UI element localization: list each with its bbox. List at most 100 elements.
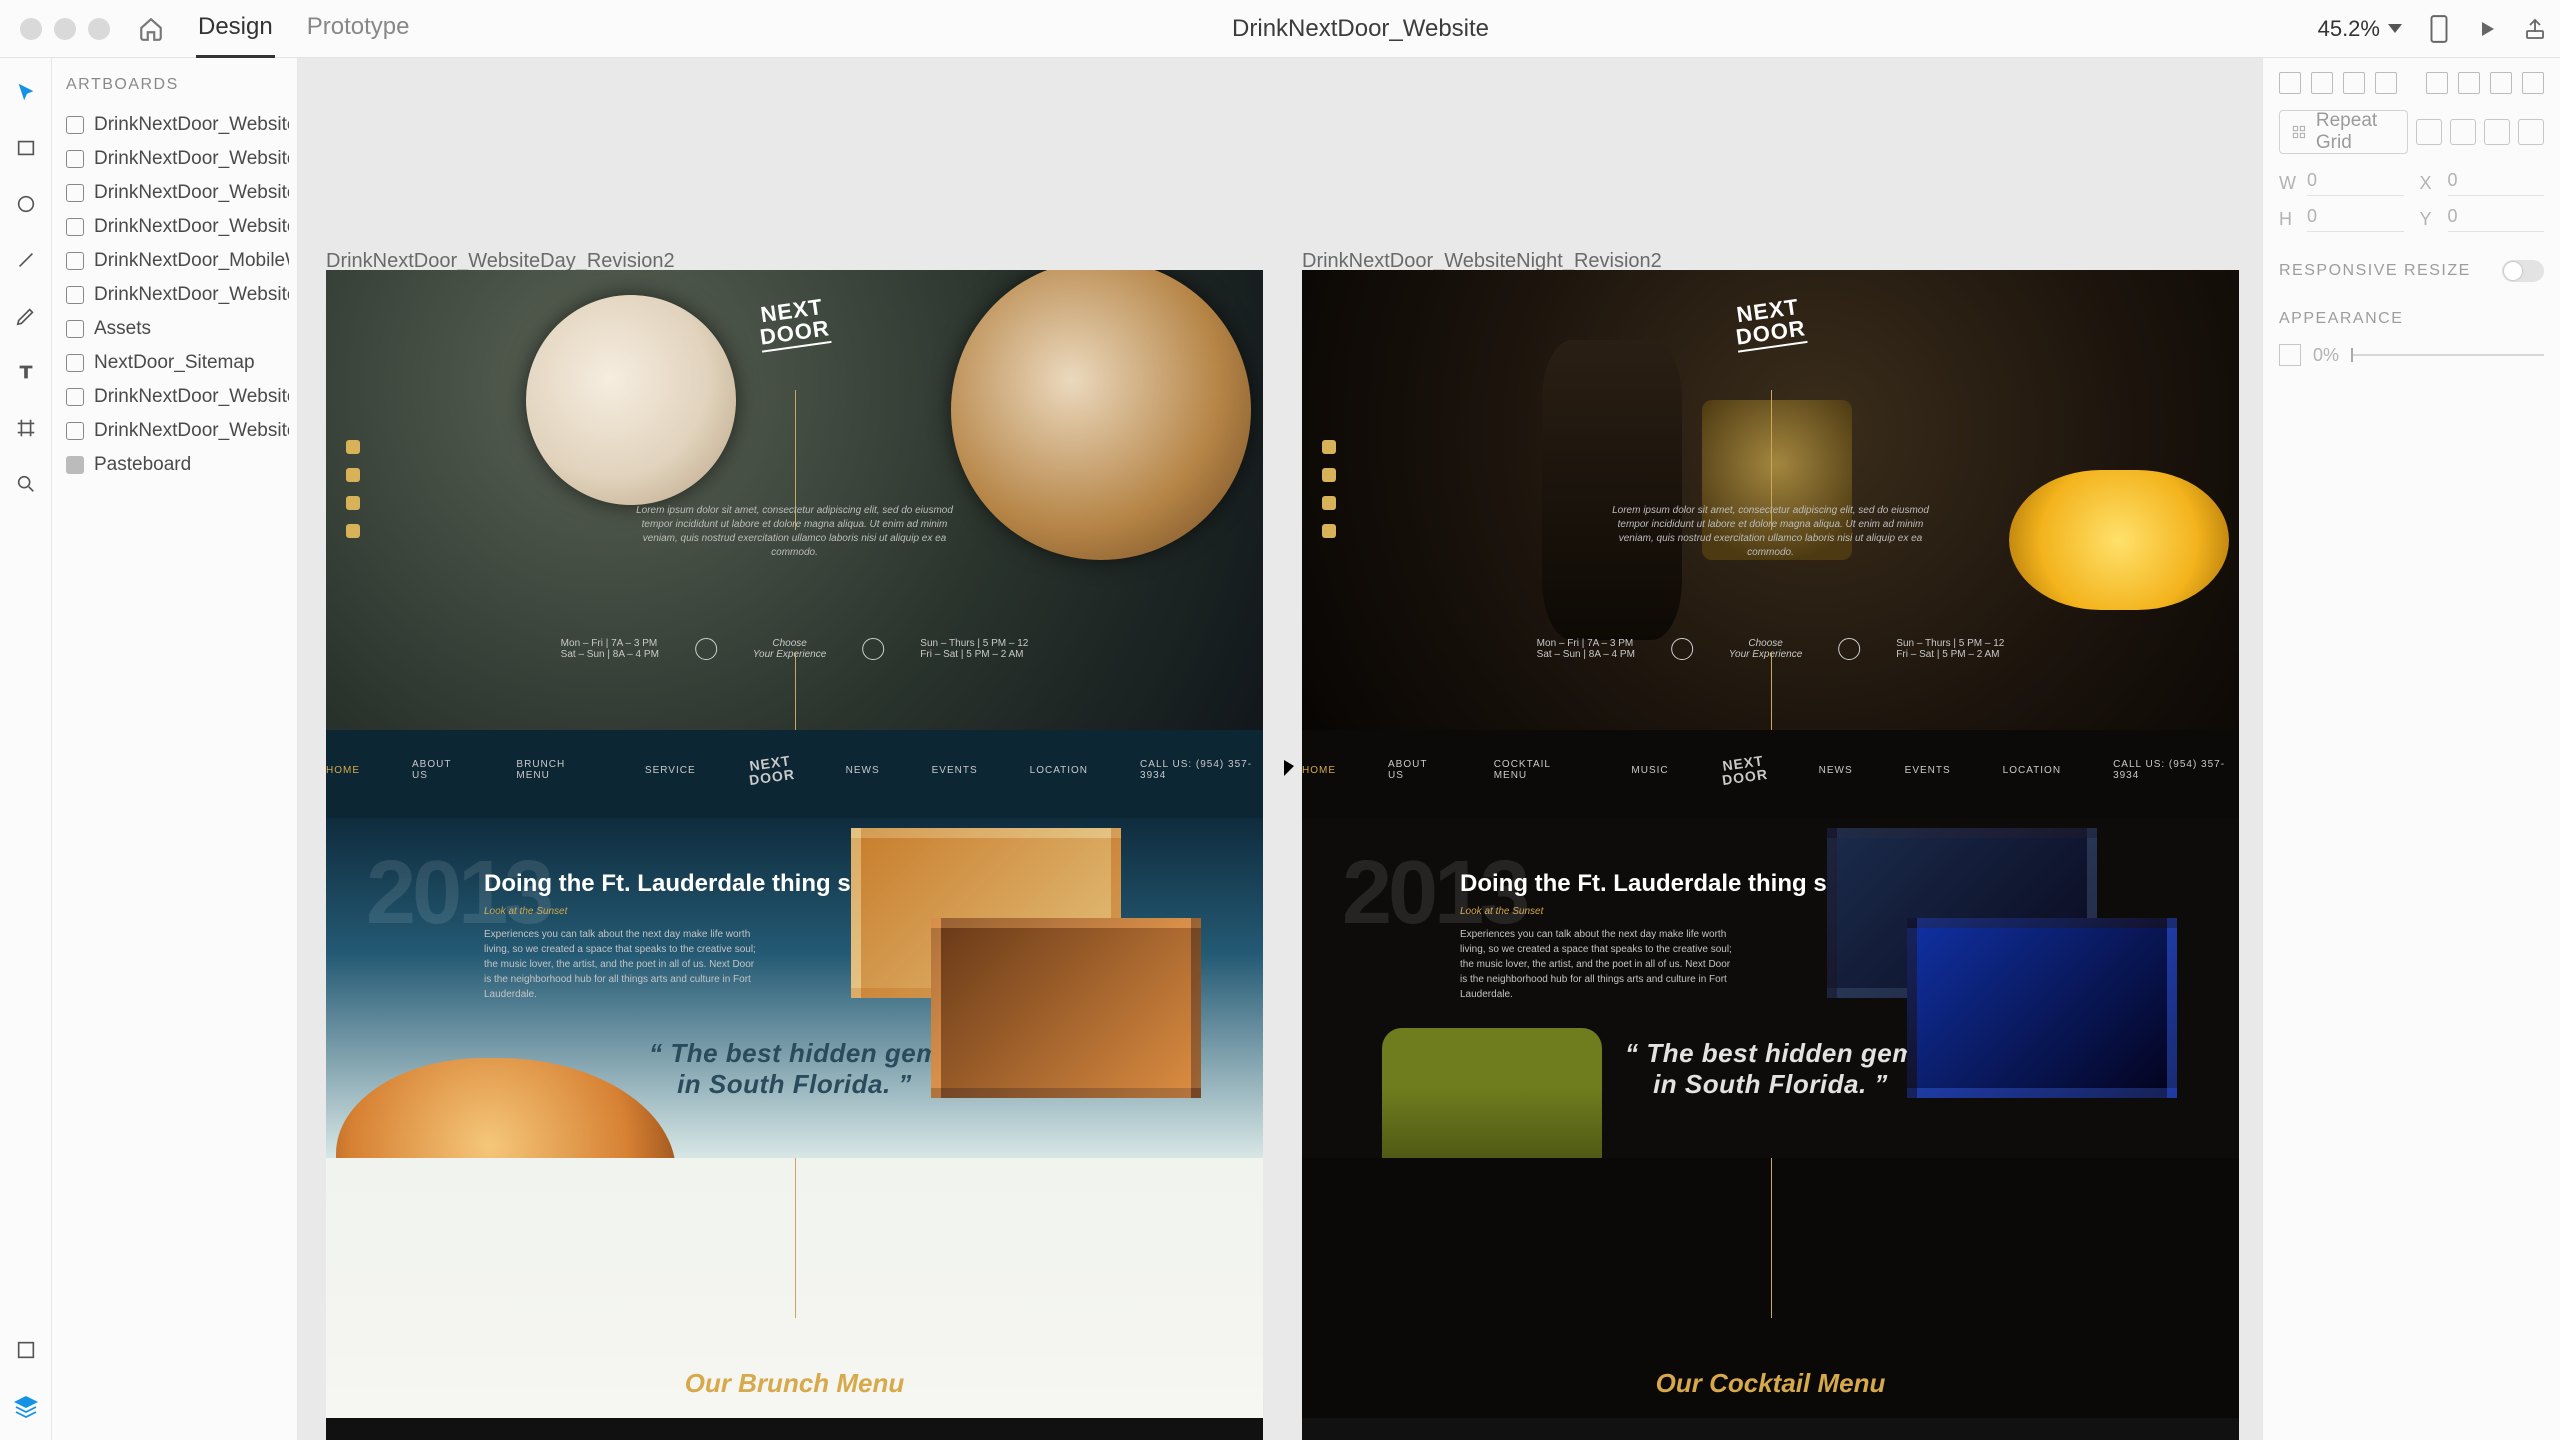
align-top-icon[interactable] (2426, 72, 2448, 94)
latte-image (951, 270, 1251, 560)
pen-tool-icon[interactable] (12, 302, 40, 330)
align-middle-icon[interactable] (2458, 72, 2480, 94)
align-left-icon[interactable] (2279, 72, 2301, 94)
layer-item[interactable]: DrinkNextDoor_WebsiteDa... (66, 176, 289, 210)
width-field[interactable]: W0 (2279, 170, 2404, 196)
boolean-exclude-icon[interactable] (2518, 119, 2544, 145)
layer-item[interactable]: DrinkNextDoor_MobileWeb... (66, 244, 289, 278)
y-field[interactable]: Y0 (2420, 206, 2545, 232)
align-bottom-icon[interactable] (2490, 72, 2512, 94)
instagram-icon (346, 440, 360, 454)
height-field[interactable]: H0 (2279, 206, 2404, 232)
layer-item[interactable]: DrinkNextDoor_WebsiteDa... (66, 108, 289, 142)
document-title: DrinkNextDoor_Website (1232, 15, 1489, 43)
boolean-add-icon[interactable] (2416, 119, 2442, 145)
layer-item[interactable]: DrinkNextDoor_WebsiteIntro (66, 210, 289, 244)
artboard-icon (66, 218, 84, 236)
menu-section-day: Our Brunch Menu (326, 1158, 1263, 1418)
artboard-icon (66, 320, 84, 338)
artboard-icon (66, 388, 84, 406)
year-bg: 2013 (1342, 842, 1526, 945)
desktop-preview-icon[interactable] (2468, 10, 2506, 48)
opacity-value: 0% (2313, 345, 2339, 366)
boolean-subtract-icon[interactable] (2450, 119, 2476, 145)
twitter-icon (346, 496, 360, 510)
hero-night: NEXTDOOR Lorem ipsum dolor sit amet, con… (1302, 270, 2239, 730)
layer-item[interactable]: NextDoor_Sitemap (66, 346, 289, 380)
repeat-grid-row: Repeat Grid (2279, 110, 2544, 154)
layer-item[interactable]: Assets (66, 312, 289, 346)
boolean-intersect-icon[interactable] (2484, 119, 2510, 145)
artboard-icon (66, 116, 84, 134)
youtube-icon (346, 524, 360, 538)
line-tool-icon[interactable] (12, 246, 40, 274)
align-right-icon[interactable] (2343, 72, 2365, 94)
home-icon[interactable] (134, 12, 168, 46)
chevron-down-icon (2388, 24, 2402, 33)
app-topbar: Design Prototype DrinkNextDoor_Website 4… (0, 0, 2560, 58)
device-preview-icon[interactable] (2420, 10, 2458, 48)
ellipse-tool-icon[interactable] (12, 190, 40, 218)
hero-lorem: Lorem ipsum dolor sit amet, consectetur … (1601, 504, 1941, 560)
transform-fields: W0 X0 H0 Y0 (2279, 170, 2544, 232)
layers-heading: ARTBOARDS (66, 76, 289, 94)
since-section-night: 2013 Doing the Ft. Lauderdale thing sinc… (1302, 818, 2239, 1158)
layers-panel-icon[interactable] (12, 1392, 40, 1420)
responsive-resize-heading: RESPONSIVE RESIZE (2279, 260, 2544, 282)
layer-item[interactable]: DrinkNextDoor_WebsiteDay (66, 278, 289, 312)
pasteboard-icon (66, 456, 84, 474)
select-tool-icon[interactable] (12, 78, 40, 106)
artboard-tool-icon[interactable] (12, 414, 40, 442)
repeat-grid-button[interactable]: Repeat Grid (2279, 110, 2408, 154)
layer-item[interactable]: DrinkNextDoor_WebsiteNi... (66, 380, 289, 414)
social-icons (1322, 440, 1336, 538)
topbar-left: Design Prototype (6, 0, 411, 58)
artboard-day[interactable]: NEXTDOOR Lorem ipsum dolor sit amet, con… (326, 270, 1263, 1440)
text-tool-icon[interactable] (12, 358, 40, 386)
logo: NEXTDOOR (755, 295, 831, 352)
layers-panel: ARTBOARDS DrinkNextDoor_WebsiteDa... Dri… (52, 58, 298, 1440)
topbar-right: 45.2% (2310, 10, 2554, 48)
properties-panel: Repeat Grid W0 X0 H0 Y0 RESPONSIVE RESIZ… (2262, 58, 2560, 1440)
window-traffic-lights[interactable] (6, 18, 124, 40)
logo: NEXTDOOR (1731, 295, 1807, 352)
divider-line (1771, 1158, 1772, 1318)
zoom-value: 45.2% (2318, 16, 2380, 42)
responsive-toggle[interactable] (2502, 260, 2544, 282)
align-controls (2279, 72, 2544, 94)
align-center-h-icon[interactable] (2311, 72, 2333, 94)
zoom-tool-icon[interactable] (12, 470, 40, 498)
x-field[interactable]: X0 (2420, 170, 2545, 196)
layer-item[interactable]: DrinkNextDoor_Website (66, 414, 289, 448)
distribute-v-icon[interactable] (2522, 72, 2544, 94)
artboard-icon (66, 354, 84, 372)
assets-panel-icon[interactable] (12, 1336, 40, 1364)
canvas[interactable]: DrinkNextDoor_WebsiteDay_Revision2 Drink… (298, 58, 2262, 1440)
artboard-icon (66, 184, 84, 202)
distribute-h-icon[interactable] (2375, 72, 2397, 94)
facebook-icon (346, 468, 360, 482)
opacity-slider[interactable] (2351, 354, 2544, 356)
layer-item[interactable]: DrinkNextDoor_WebsiteNi... (66, 142, 289, 176)
pastry-image (526, 295, 736, 505)
hero-day: NEXTDOOR Lorem ipsum dolor sit amet, con… (326, 270, 1263, 730)
rectangle-tool-icon[interactable] (12, 134, 40, 162)
hero-lorem: Lorem ipsum dolor sit amet, consectetur … (625, 504, 965, 560)
tab-design[interactable]: Design (196, 0, 275, 58)
site-nav-day: HOMEABOUT USBRUNCH MENUSERVICE NEXTDOOR … (326, 730, 1263, 818)
opacity-control[interactable]: 0% (2279, 344, 2544, 366)
artboard-night[interactable]: NEXTDOOR Lorem ipsum dolor sit amet, con… (1302, 270, 2239, 1440)
social-icons (346, 440, 360, 538)
layer-item-pasteboard[interactable]: Pasteboard (66, 448, 289, 482)
share-icon[interactable] (2516, 10, 2554, 48)
divider-line (795, 652, 796, 730)
moon-icon (862, 638, 884, 660)
artboard-icon (66, 422, 84, 440)
artboard-icon (66, 150, 84, 168)
artboard-icon (66, 286, 84, 304)
bottle-image (1542, 340, 1682, 640)
zoom-dropdown[interactable]: 45.2% (2310, 16, 2410, 42)
sun-icon (695, 638, 717, 660)
tab-prototype[interactable]: Prototype (305, 0, 412, 58)
artboard-icon (66, 252, 84, 270)
